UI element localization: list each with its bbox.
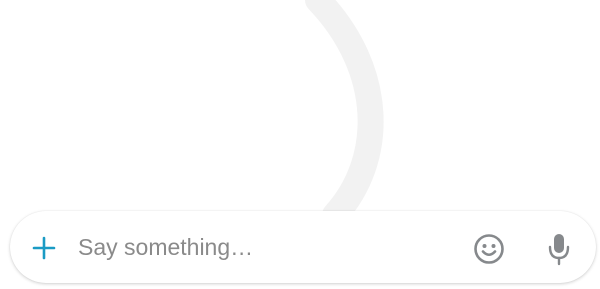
- add-attachment-button[interactable]: [28, 232, 60, 264]
- plus-icon: [32, 236, 56, 260]
- message-composer: [10, 211, 596, 283]
- microphone-icon: [548, 234, 570, 266]
- smiley-icon: [474, 234, 504, 264]
- voice-input-button[interactable]: [544, 231, 574, 267]
- emoji-button[interactable]: [471, 231, 507, 267]
- message-input[interactable]: [78, 229, 448, 265]
